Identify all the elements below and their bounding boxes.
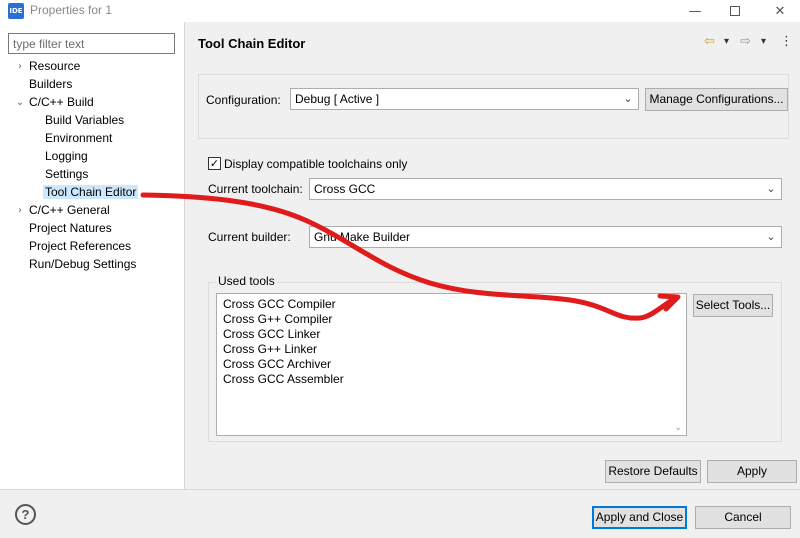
sidebar-item-label: Logging	[45, 149, 88, 163]
sidebar-item-label: Environment	[45, 131, 113, 145]
page-title: Tool Chain Editor	[198, 36, 306, 51]
sidebar-item-label: C/C++ General	[29, 203, 110, 217]
sidebar-item-label: Project References	[29, 239, 132, 253]
help-icon[interactable]: ?	[15, 504, 36, 525]
display-compatible-checkbox[interactable]: ✓	[208, 157, 221, 170]
filter-input[interactable]	[8, 33, 175, 54]
maximize-button[interactable]	[715, 0, 755, 22]
current-builder-select[interactable]: Gnu Make Builder ⌄	[309, 226, 782, 248]
minimize-button[interactable]: —	[675, 0, 715, 22]
sidebar-item-label: Settings	[45, 167, 89, 181]
back-menu-icon[interactable]: ▾	[724, 36, 729, 47]
configuration-label: Configuration:	[206, 93, 281, 107]
sidebar-item[interactable]: Tool Chain Editor	[43, 184, 139, 201]
title-bar: IDE Properties for 1 — ✕	[0, 0, 800, 22]
more-vertical-icon[interactable]: ⋮	[780, 34, 793, 49]
configuration-value: Debug [ Active ]	[295, 92, 380, 106]
current-toolchain-select[interactable]: Cross GCC ⌄	[309, 178, 782, 200]
forward-arrow-icon[interactable]: ⇨	[740, 34, 751, 49]
sidebar-item[interactable]: Builders	[29, 76, 72, 93]
back-arrow-icon[interactable]: ⇦	[704, 34, 715, 49]
chevron-down-icon[interactable]: ⌄	[14, 94, 26, 111]
manage-configurations-button[interactable]: Manage Configurations...	[645, 88, 788, 111]
sidebar-item[interactable]: › C/C++ General	[18, 202, 110, 219]
chevron-down-icon: ⌄	[766, 230, 776, 243]
current-builder-value: Gnu Make Builder	[314, 230, 411, 244]
restore-defaults-button[interactable]: Restore Defaults	[605, 460, 701, 483]
sidebar-item[interactable]: Build Variables	[45, 112, 124, 129]
sidebar: ›ResourceBuilders⌄C/C++ BuildBuild Varia…	[0, 22, 185, 489]
tool-list-item[interactable]: Cross GCC Linker	[223, 327, 320, 341]
dialog-footer: ? Apply and Close Cancel	[0, 489, 800, 538]
sidebar-item[interactable]: Settings	[45, 166, 88, 183]
scroll-down-icon[interactable]: ⌄	[674, 423, 682, 433]
sidebar-item[interactable]: Project Natures	[29, 220, 112, 237]
current-toolchain-label: Current toolchain:	[208, 182, 303, 196]
apply-and-close-button[interactable]: Apply and Close	[592, 506, 687, 529]
tool-list-item[interactable]: Cross G++ Linker	[223, 342, 317, 356]
used-tools-label: Used tools	[216, 274, 277, 288]
sidebar-item-label: Resource	[29, 59, 81, 73]
sidebar-item-label: C/C++ Build	[29, 95, 94, 109]
sidebar-item-label: Build Variables	[45, 113, 125, 127]
ide-logo-icon: IDE	[8, 3, 24, 19]
chevron-right-icon[interactable]: ›	[14, 202, 26, 219]
sidebar-item[interactable]: › Resource	[18, 58, 81, 75]
sidebar-item[interactable]: Logging	[45, 148, 88, 165]
tool-list-item[interactable]: Cross GCC Assembler	[223, 372, 344, 386]
sidebar-item-label: Run/Debug Settings	[29, 257, 137, 271]
sidebar-item[interactable]: Project References	[29, 238, 131, 255]
sidebar-item-label: Tool Chain Editor	[43, 185, 139, 199]
select-tools-button[interactable]: Select Tools...	[693, 294, 773, 317]
chevron-right-icon[interactable]: ›	[14, 58, 26, 75]
tool-list-item[interactable]: Cross GCC Archiver	[223, 357, 331, 371]
sidebar-item-label: Project Natures	[29, 221, 112, 235]
current-toolchain-value: Cross GCC	[314, 182, 376, 196]
sidebar-item[interactable]: ⌄ C/C++ Build	[16, 94, 94, 111]
window-title: Properties for 1	[30, 3, 113, 17]
tool-list-item[interactable]: Cross G++ Compiler	[223, 312, 332, 326]
sidebar-item-label: Builders	[29, 77, 73, 91]
navigation-toolbar: ⇦ ▾ ⇨ ▾ ⋮	[700, 34, 800, 52]
sidebar-item[interactable]: Run/Debug Settings	[29, 256, 136, 273]
display-compatible-label: Display compatible toolchains only	[224, 157, 408, 171]
forward-menu-icon[interactable]: ▾	[761, 36, 766, 47]
apply-button[interactable]: Apply	[707, 460, 797, 483]
used-tools-list[interactable]: ⌄ Cross GCC Compiler Cross G++ Compiler Cr…	[216, 293, 687, 436]
maximize-icon	[730, 6, 740, 16]
cancel-button[interactable]: Cancel	[695, 506, 791, 529]
chevron-down-icon: ⌄	[623, 92, 633, 105]
page-header: Tool Chain Editor ⇦ ▾ ⇨ ▾ ⋮	[186, 22, 800, 64]
current-builder-label: Current builder:	[208, 230, 291, 244]
close-button[interactable]: ✕	[760, 0, 800, 22]
chevron-down-icon: ⌄	[766, 182, 776, 195]
sidebar-item[interactable]: Environment	[45, 130, 112, 147]
tool-list-item[interactable]: Cross GCC Compiler	[223, 297, 336, 311]
configuration-select[interactable]: Debug [ Active ] ⌄	[290, 88, 639, 110]
